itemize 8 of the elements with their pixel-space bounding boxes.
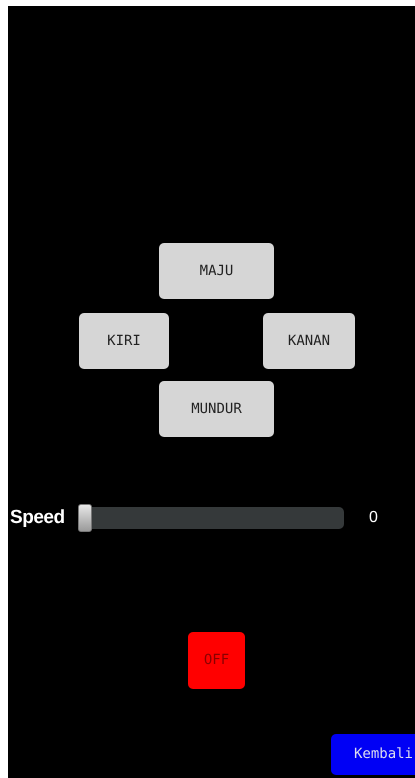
speed-value: 0 (369, 508, 378, 528)
speed-slider[interactable] (78, 504, 344, 532)
direction-button[interactable]: MUNDUR (159, 381, 274, 437)
speed-label: Speed (10, 506, 66, 530)
back-button[interactable]: Kembali (331, 734, 415, 775)
direction-button[interactable]: KIRI (79, 313, 169, 369)
direction-button[interactable]: MAJU (159, 243, 274, 299)
direction-button[interactable]: KANAN (263, 313, 355, 369)
